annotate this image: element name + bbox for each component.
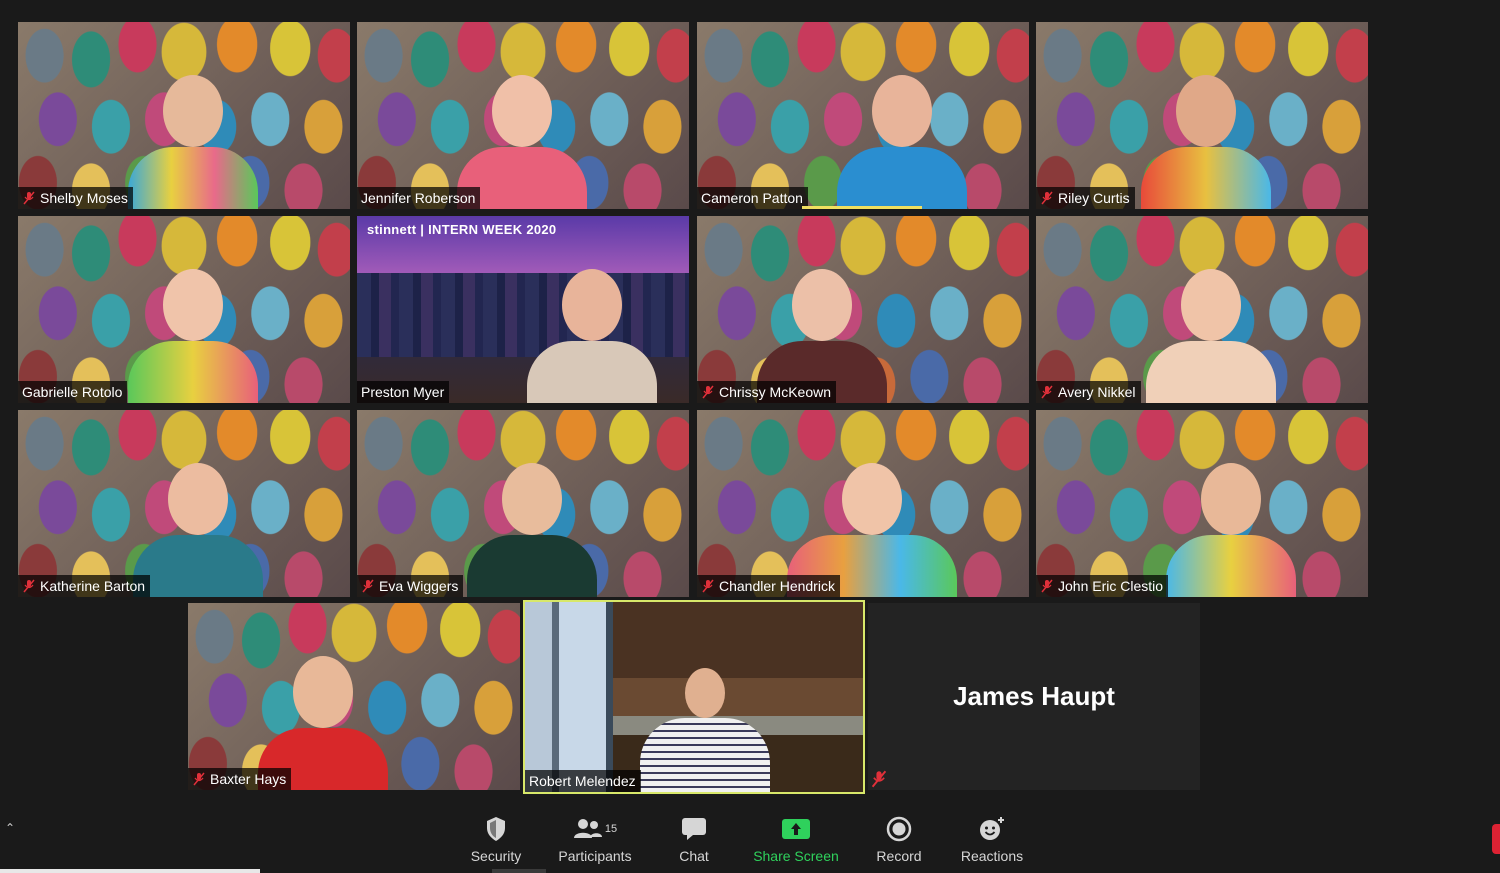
mic-muted-icon bbox=[871, 770, 887, 788]
participant-video bbox=[1141, 65, 1271, 209]
participant-name: Avery Nikkel bbox=[1058, 384, 1136, 400]
mic-muted-icon bbox=[193, 772, 205, 786]
participant-name: Eva Wiggers bbox=[379, 578, 459, 594]
record-icon bbox=[886, 816, 912, 842]
participant-nameplate: Chandler Hendrick bbox=[697, 575, 840, 597]
participant-name: Robert Melendez bbox=[529, 773, 636, 789]
mic-muted-icon bbox=[23, 579, 35, 593]
video-tile[interactable]: Avery Nikkel bbox=[1036, 216, 1368, 403]
reactions-button[interactable]: Reactions bbox=[958, 814, 1026, 864]
video-tile[interactable]: Gabrielle Rotolo bbox=[18, 216, 350, 403]
video-tile[interactable]: stinnett | INTERN WEEK 2020 Preston Myer bbox=[357, 216, 689, 403]
video-tile-active-speaker[interactable]: Robert Melendez bbox=[523, 600, 865, 794]
video-tile[interactable]: Shelby Moses bbox=[18, 22, 350, 209]
participant-video bbox=[527, 259, 657, 403]
participants-button[interactable]: 15 Participants bbox=[556, 814, 634, 864]
participant-nameplate: Eva Wiggers bbox=[357, 575, 464, 597]
participant-name: Gabrielle Rotolo bbox=[22, 384, 123, 400]
share-screen-button[interactable]: Share Screen bbox=[752, 814, 840, 864]
speaking-indicator bbox=[802, 206, 922, 209]
video-tile[interactable]: Cameron Patton bbox=[697, 22, 1029, 209]
participant-video bbox=[128, 65, 258, 209]
participant-name: Chandler Hendrick bbox=[719, 578, 835, 594]
participant-video bbox=[128, 259, 258, 403]
hover-indicator bbox=[492, 869, 546, 873]
video-tile[interactable]: Chrissy McKeown bbox=[697, 216, 1029, 403]
participant-nameplate: Katherine Barton bbox=[18, 575, 151, 597]
participant-name: Riley Curtis bbox=[1058, 190, 1130, 206]
participant-video bbox=[133, 453, 263, 597]
participant-nameplate: Preston Myer bbox=[357, 381, 450, 403]
participant-name: Katherine Barton bbox=[40, 578, 146, 594]
participant-nameplate: Shelby Moses bbox=[18, 187, 133, 209]
video-tile[interactable]: Eva Wiggers bbox=[357, 410, 689, 597]
mic-muted-icon bbox=[23, 191, 35, 205]
participant-video bbox=[837, 65, 967, 209]
participant-nameplate: Chrissy McKeown bbox=[697, 381, 837, 403]
participant-nameplate: Riley Curtis bbox=[1036, 187, 1135, 209]
mic-muted-icon bbox=[702, 385, 714, 399]
video-gallery: Shelby Moses Jennifer Roberson Cameron P… bbox=[0, 0, 1500, 800]
participants-count: 15 bbox=[604, 823, 618, 835]
video-tile[interactable]: Katherine Barton bbox=[18, 410, 350, 597]
mic-muted-icon bbox=[1041, 579, 1053, 593]
record-button[interactable]: Record bbox=[874, 814, 924, 864]
participant-name: Jennifer Roberson bbox=[361, 190, 476, 206]
meeting-toolbar: Security 15 Participants Chat Share Scre… bbox=[0, 800, 1500, 873]
share-screen-icon bbox=[782, 819, 810, 839]
chat-button[interactable]: Chat bbox=[672, 814, 716, 864]
participant-video bbox=[1146, 259, 1276, 403]
mic-muted-icon bbox=[1041, 191, 1053, 205]
participant-nameplate: Robert Melendez bbox=[525, 770, 641, 792]
video-tile[interactable]: Riley Curtis bbox=[1036, 22, 1368, 209]
video-tile[interactable]: Chandler Hendrick bbox=[697, 410, 1029, 597]
recording-indicator[interactable] bbox=[1492, 824, 1500, 854]
chevron-up-icon[interactable]: ⌃ bbox=[5, 821, 15, 835]
participant-nameplate: Gabrielle Rotolo bbox=[18, 381, 128, 403]
participant-video bbox=[1166, 453, 1296, 597]
background-banner: stinnett | INTERN WEEK 2020 bbox=[367, 222, 557, 237]
video-tile-camera-off[interactable]: James Haupt bbox=[868, 603, 1200, 790]
mic-muted-icon bbox=[1041, 385, 1053, 399]
participant-nameplate: Baxter Hays bbox=[188, 768, 292, 790]
participant-name: Baxter Hays bbox=[210, 771, 287, 787]
participant-name: John Eric Clestio bbox=[1058, 578, 1164, 594]
reactions-icon bbox=[980, 817, 1004, 840]
participant-nameplate: Jennifer Roberson bbox=[357, 187, 481, 209]
participant-name-large: James Haupt bbox=[953, 681, 1115, 711]
participant-nameplate: John Eric Clestio bbox=[1036, 575, 1169, 597]
participant-video bbox=[640, 648, 770, 792]
participant-name: Shelby Moses bbox=[40, 190, 128, 206]
mic-muted-icon bbox=[362, 579, 374, 593]
chat-icon bbox=[682, 818, 706, 840]
video-tile[interactable]: John Eric Clestio bbox=[1036, 410, 1368, 597]
participant-name: Preston Myer bbox=[361, 384, 445, 400]
participant-video bbox=[467, 453, 597, 597]
participant-nameplate: Avery Nikkel bbox=[1036, 381, 1141, 403]
participants-icon bbox=[573, 819, 602, 838]
mic-muted-icon bbox=[702, 579, 714, 593]
video-tile[interactable]: Jennifer Roberson bbox=[357, 22, 689, 209]
scroll-indicator bbox=[0, 869, 260, 873]
shield-icon bbox=[487, 817, 505, 841]
security-button[interactable]: Security bbox=[466, 814, 526, 864]
video-tile[interactable]: Baxter Hays bbox=[188, 603, 520, 790]
participant-nameplate: Cameron Patton bbox=[697, 187, 808, 209]
participant-name: Chrissy McKeown bbox=[719, 384, 832, 400]
participant-name: Cameron Patton bbox=[701, 190, 803, 206]
